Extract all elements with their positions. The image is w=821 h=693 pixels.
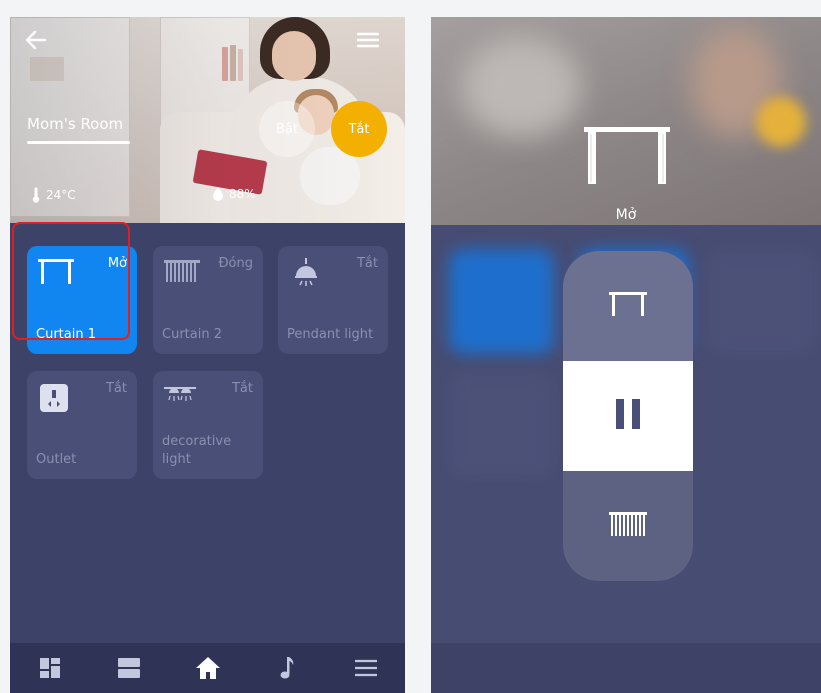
device-name: Curtain 2 xyxy=(162,327,222,342)
screenshot-stage: Mom's Room Bật Tắt 24°C 88% Mở Curtain 1 xyxy=(0,0,821,693)
pendant-light-icon xyxy=(292,258,320,292)
hamburger-menu-icon[interactable] xyxy=(356,31,380,49)
curtain-closed-icon xyxy=(608,510,648,542)
decorative-light-icon xyxy=(163,383,197,415)
device-status: Tắt xyxy=(105,381,127,396)
back-arrow-icon[interactable] xyxy=(24,29,48,51)
temperature-value: 24°C xyxy=(46,188,76,202)
device-tile-curtain-1[interactable]: Mở Curtain 1 xyxy=(27,246,137,354)
curtain-status-label: Mở xyxy=(615,207,637,223)
device-name: Outlet xyxy=(36,452,77,467)
device-tile-outlet[interactable]: Tắt Outlet xyxy=(27,371,137,479)
power-off-button[interactable]: Tắt xyxy=(331,101,387,157)
humidity-readout: 88% xyxy=(213,187,256,201)
curtain-open-icon xyxy=(583,124,671,188)
device-tile-decorative-light[interactable]: Tắt decorative light xyxy=(153,371,263,479)
room-name-underline xyxy=(27,141,130,144)
room-screen: Mom's Room Bật Tắt 24°C 88% Mở Curtain 1 xyxy=(10,17,405,693)
curtain-open-icon xyxy=(608,290,648,322)
menu-icon[interactable] xyxy=(346,648,386,688)
device-name: Curtain 1 xyxy=(36,327,96,342)
device-tile-pendant-light[interactable]: Tắt Pendant light xyxy=(278,246,388,354)
curtain-control-panel xyxy=(563,251,693,581)
curtain-control-screen: Mở xyxy=(431,17,821,693)
rooms-icon[interactable] xyxy=(109,648,149,688)
temperature-readout: 24°C xyxy=(32,187,76,203)
curtain-pause-button[interactable] xyxy=(563,361,693,471)
device-status: Mở xyxy=(107,256,127,271)
device-status: Đóng xyxy=(218,256,253,271)
power-on-button[interactable]: Bật xyxy=(259,101,315,157)
device-status: Tắt xyxy=(356,256,378,271)
blurred-room-photo xyxy=(431,17,821,225)
curtain-open-button[interactable] xyxy=(563,251,693,361)
bottom-nav xyxy=(10,643,405,693)
device-name: decorative light xyxy=(162,434,232,467)
device-name: Pendant light xyxy=(287,327,374,342)
humidity-value: 88% xyxy=(229,187,256,201)
thermometer-icon xyxy=(32,187,40,203)
curtain-closed-icon xyxy=(163,258,201,290)
music-icon[interactable] xyxy=(267,648,307,688)
curtain-close-button[interactable] xyxy=(563,471,693,581)
water-drop-icon xyxy=(213,187,223,201)
room-name: Mom's Room xyxy=(27,115,124,133)
device-status: Tắt xyxy=(231,381,253,396)
pause-icon xyxy=(614,398,642,434)
home-icon[interactable] xyxy=(188,648,228,688)
curtain-open-icon xyxy=(37,258,75,290)
device-tile-curtain-2[interactable]: Đóng Curtain 2 xyxy=(153,246,263,354)
dashboard-icon[interactable] xyxy=(30,648,70,688)
blurred-bottom-nav xyxy=(431,643,821,693)
outlet-icon xyxy=(39,383,69,417)
